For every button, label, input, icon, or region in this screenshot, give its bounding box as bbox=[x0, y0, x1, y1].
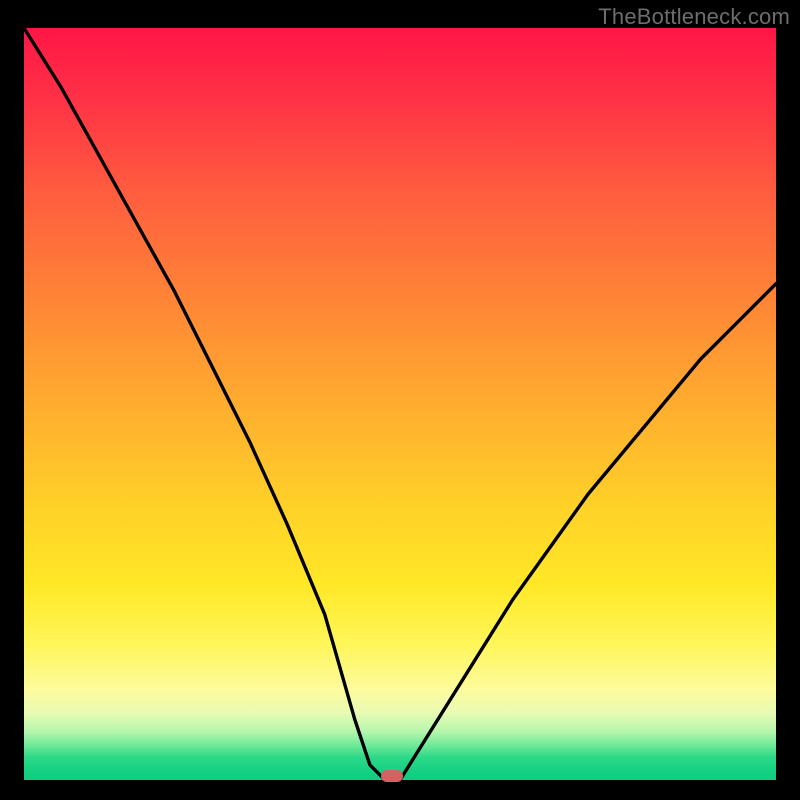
chart-frame: TheBottleneck.com bbox=[0, 0, 800, 800]
minimum-marker bbox=[381, 770, 403, 782]
plot-area bbox=[24, 28, 776, 780]
bottleneck-curve-path bbox=[24, 28, 776, 780]
watermark-text: TheBottleneck.com bbox=[598, 4, 790, 30]
curve-svg bbox=[24, 28, 776, 780]
